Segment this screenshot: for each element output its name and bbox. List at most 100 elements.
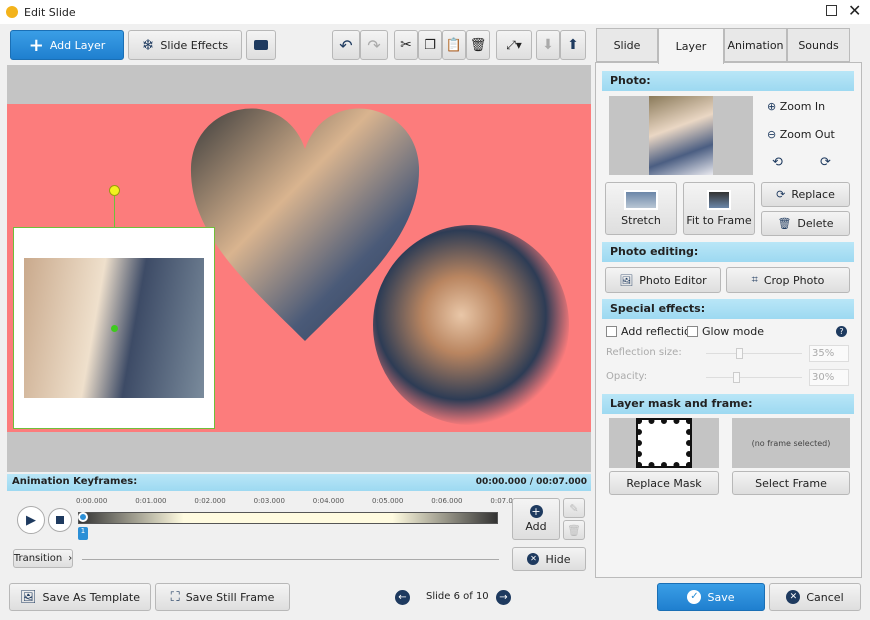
rotate-left-button[interactable]: ⟲ xyxy=(772,155,783,170)
transition-button[interactable]: Transition › xyxy=(13,549,73,568)
transition-line xyxy=(82,559,499,560)
replace-icon: ⟳ xyxy=(776,188,786,201)
tab-sounds[interactable]: Sounds xyxy=(787,28,850,62)
add-keyframe-button[interactable]: + Add xyxy=(512,498,560,540)
reflection-size-spinner[interactable]: 35% xyxy=(809,345,849,362)
keyframe-handle[interactable] xyxy=(78,512,88,522)
zoom-in-button[interactable]: ⊕ Zoom In xyxy=(767,100,825,113)
cut-button[interactable]: ✂ xyxy=(394,30,418,60)
maximize-button[interactable] xyxy=(826,5,837,16)
redo-icon: ↷ xyxy=(367,35,381,55)
opacity-spinner[interactable]: 30% xyxy=(809,369,849,386)
stop-icon xyxy=(56,516,64,524)
opacity-label: Opacity: xyxy=(606,371,648,382)
close-circle-icon: ✕ xyxy=(527,553,540,565)
delete-keyframe-button[interactable]: 🗑 xyxy=(563,520,585,540)
glow-mode-checkbox[interactable]: Glow mode xyxy=(687,325,764,338)
rotate-handle[interactable] xyxy=(109,185,120,196)
record-video-button[interactable] xyxy=(246,30,276,60)
tab-slide[interactable]: Slide xyxy=(596,28,658,62)
copy-button[interactable]: ❐ xyxy=(418,30,442,60)
select-frame-button[interactable]: Select Frame xyxy=(732,471,850,495)
template-icon: 🖼 xyxy=(20,589,37,605)
keyframes-time: 00:00.000 / 00:07.000 xyxy=(475,477,587,487)
reflection-size-label: Reflection size: xyxy=(606,347,682,358)
chevron-right-icon: › xyxy=(68,553,73,564)
prev-slide-button[interactable]: ← xyxy=(395,590,410,605)
layer-mask-header: Layer mask and frame: xyxy=(602,394,854,414)
edit-keyframe-button[interactable]: ✎ xyxy=(563,498,585,518)
app-icon xyxy=(6,6,18,18)
add-layer-button[interactable]: + Add Layer xyxy=(10,30,124,60)
stop-button[interactable] xyxy=(48,508,72,532)
save-button[interactable]: ✓ Save xyxy=(657,583,765,611)
timeline-tick-label: 0:06.000 xyxy=(431,497,463,505)
crop-icon: ⌗ xyxy=(751,273,758,286)
timeline-tick-label: 0:03.000 xyxy=(253,497,285,505)
timeline-track[interactable] xyxy=(78,512,498,524)
close-circle-icon: ✕ xyxy=(786,590,801,604)
play-button[interactable]: ▶ xyxy=(17,506,45,534)
opacity-slider[interactable] xyxy=(706,372,802,383)
fit-frame-icon xyxy=(707,190,731,210)
photo-editor-button[interactable]: 🖼 Photo Editor xyxy=(605,267,721,293)
timeline-tick-label: 0:00.000 xyxy=(76,497,108,505)
stretch-icon xyxy=(624,190,658,210)
circle-photo-layer[interactable] xyxy=(373,225,569,425)
timeline-tick-label: 0:05.000 xyxy=(372,497,404,505)
pencil-icon: ✎ xyxy=(569,501,579,515)
rotate-handle-line xyxy=(114,196,115,228)
timeline-tick-label: 0:04.000 xyxy=(312,497,345,505)
arrow-up-icon: ⬆ xyxy=(567,37,579,53)
rotate-right-button[interactable]: ⟳ xyxy=(820,155,831,170)
undo-icon: ↶ xyxy=(339,35,353,55)
keyframe-marker[interactable]: 1 xyxy=(78,527,88,540)
slide-canvas[interactable] xyxy=(7,65,591,472)
hide-button[interactable]: ✕ Hide xyxy=(512,547,586,571)
tab-animation[interactable]: Animation xyxy=(724,28,787,62)
slide-effects-button[interactable]: ❄ Slide Effects xyxy=(128,30,242,60)
close-button[interactable]: ✕ xyxy=(848,1,861,20)
delete-layer-button[interactable]: 🗑 xyxy=(466,30,490,60)
scissors-icon: ✂ xyxy=(400,37,412,53)
photo-editor-icon: 🖼 xyxy=(619,273,634,287)
crop-photo-button[interactable]: ⌗ Crop Photo xyxy=(726,267,850,293)
move-up-button[interactable]: ⬆ xyxy=(560,30,586,60)
undo-button[interactable]: ↶ xyxy=(332,30,360,60)
help-icon[interactable]: ? xyxy=(836,326,847,337)
camera-icon xyxy=(254,40,268,50)
stretch-button[interactable]: Stretch xyxy=(605,182,677,235)
trash-icon: 🗑 xyxy=(777,217,792,230)
slide-counter: Slide 6 of 10 xyxy=(426,591,489,602)
play-icon: ▶ xyxy=(26,512,36,528)
center-handle[interactable] xyxy=(111,325,118,332)
replace-mask-button[interactable]: Replace Mask xyxy=(609,471,719,495)
next-slide-button[interactable]: → xyxy=(496,590,511,605)
save-still-frame-button[interactable]: ⛶ Save Still Frame xyxy=(155,583,290,611)
tab-layer[interactable]: Layer xyxy=(658,28,724,64)
redo-button[interactable]: ↷ xyxy=(360,30,388,60)
trash-icon: 🗑 xyxy=(567,523,581,537)
snowflake-icon: ❄ xyxy=(141,36,155,54)
delete-button[interactable]: 🗑 Delete xyxy=(761,211,850,236)
arrow-down-icon: ⬇ xyxy=(542,37,554,53)
paste-button[interactable]: 📋 xyxy=(442,30,466,60)
cancel-button[interactable]: ✕ Cancel xyxy=(769,583,861,611)
zoom-out-icon: ⊖ xyxy=(767,128,777,141)
fit-to-frame-button[interactable]: Fit to Frame xyxy=(683,182,755,235)
replace-button[interactable]: ⟳ Replace xyxy=(761,182,850,207)
add-reflection-checkbox[interactable]: Add reflection xyxy=(606,325,698,338)
reflection-size-slider[interactable] xyxy=(706,348,802,359)
plus-icon: + xyxy=(28,34,44,56)
timeline-tick-label: 0:01.000 xyxy=(135,497,167,505)
zoom-out-button[interactable]: ⊖ Zoom Out xyxy=(767,128,835,141)
copy-icon: ❐ xyxy=(424,37,436,53)
fit-dropdown-button[interactable]: ⤢▾ xyxy=(496,30,532,60)
save-as-template-button[interactable]: 🖼 Save As Template xyxy=(9,583,151,611)
expand-icon: ⤢▾ xyxy=(506,37,522,52)
move-down-button[interactable]: ⬇ xyxy=(536,30,560,60)
film-strip-layer[interactable] xyxy=(13,185,215,429)
photo-header: Photo: xyxy=(602,71,854,91)
photo-thumbnail xyxy=(609,96,753,175)
special-effects-header: Special effects: xyxy=(602,299,854,319)
